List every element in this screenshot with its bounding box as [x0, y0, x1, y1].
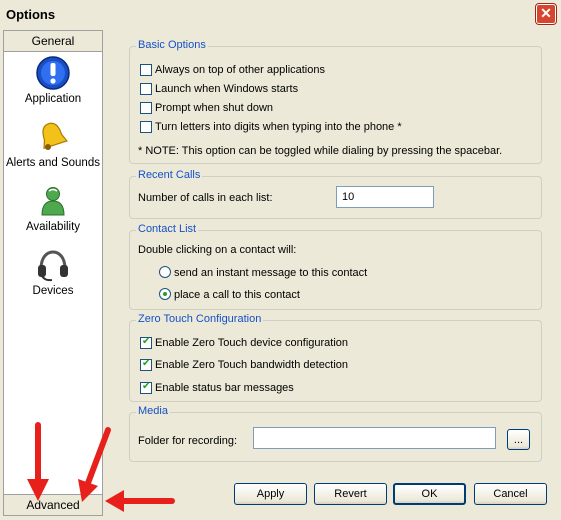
zero-touch-device-checkbox[interactable] [140, 336, 152, 349]
send-message-radio[interactable] [159, 266, 171, 278]
zero-touch-bandwidth-checkbox[interactable] [140, 358, 152, 371]
window-title: Options [6, 7, 56, 22]
group-title: Basic Options [136, 39, 208, 51]
group-title: Zero Touch Configuration [136, 313, 264, 325]
bell-icon [42, 122, 68, 150]
launch-on-start-checkbox[interactable] [140, 83, 152, 95]
prompt-shutdown-checkbox[interactable] [140, 102, 152, 114]
annotation-arrow-diagonal [78, 427, 111, 502]
sidebar-item-alerts-and-sounds[interactable]: Alerts and Sounds [4, 119, 102, 169]
checkbox-label: Enable Zero Touch device configuration [155, 337, 349, 349]
place-call-radio[interactable] [159, 288, 171, 300]
calls-count-label: Number of calls in each list: [138, 192, 273, 204]
info-icon [36, 56, 70, 90]
checkbox-label: Prompt when shut down [155, 102, 274, 114]
contact-double-click-label: Double clicking on a contact will: [138, 244, 297, 256]
person-icon [41, 187, 65, 216]
headset-icon [38, 250, 68, 282]
annotation-arrow-left [105, 490, 175, 512]
sidebar-item-availability[interactable]: Availability [4, 183, 102, 233]
cancel-button[interactable]: Cancel [474, 483, 547, 505]
revert-button[interactable]: Revert [314, 483, 387, 505]
spacebar-note: * NOTE: This option can be toggled while… [138, 145, 503, 157]
sidebar-item-application[interactable]: Application [4, 55, 102, 105]
sidebar-item-devices[interactable]: Devices [4, 247, 102, 297]
checkbox-label: Always on top of other applications [155, 64, 325, 76]
apply-button[interactable]: Apply [234, 483, 307, 505]
checkbox-label: Enable status bar messages [155, 382, 294, 394]
annotation-arrows [27, 422, 175, 512]
sidebar-tab-general[interactable]: General [4, 31, 102, 52]
annotation-arrow-down [27, 422, 49, 501]
browse-folder-button[interactable]: ... [507, 429, 530, 450]
sidebar-item-label: Availability [25, 221, 81, 233]
checkbox-label: Enable Zero Touch bandwidth detection [155, 359, 349, 371]
ok-button[interactable]: OK [393, 483, 466, 505]
sidebar-item-label: Alerts and Sounds [6, 157, 100, 169]
radio-label: place a call to this contact [174, 289, 300, 301]
sidebar-item-label: Devices [32, 285, 74, 297]
recording-folder-input[interactable] [253, 427, 496, 449]
always-on-top-checkbox[interactable] [140, 64, 152, 76]
close-button[interactable]: ✕ [536, 4, 556, 24]
status-bar-messages-checkbox[interactable] [140, 381, 152, 394]
radio-label: send an instant message to this contact [174, 267, 368, 279]
sidebar-item-label: Application [24, 93, 82, 105]
title-bar: Options ✕ [0, 0, 561, 30]
calls-count-input[interactable]: 10 [336, 186, 434, 208]
group-title: Contact List [136, 223, 199, 235]
close-icon: ✕ [540, 5, 552, 21]
checkbox-label: Launch when Windows starts [155, 83, 299, 95]
group-title: Recent Calls [136, 169, 203, 181]
letters-to-digits-checkbox[interactable] [140, 121, 152, 133]
checkbox-label: Turn letters into digits when typing int… [155, 121, 402, 133]
